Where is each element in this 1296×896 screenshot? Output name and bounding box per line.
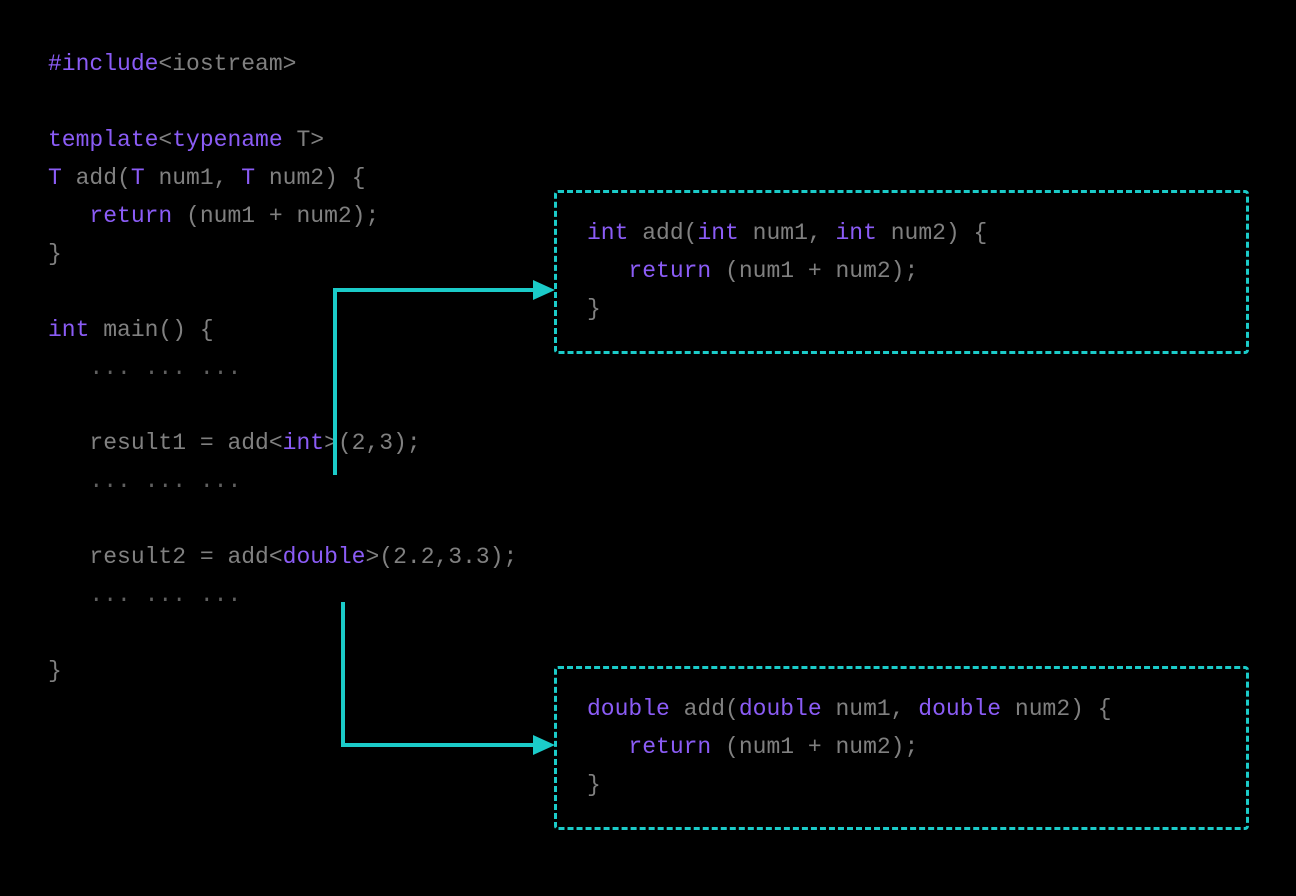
double-template-arg: double — [283, 544, 366, 570]
int-instantiation-box: int add(int num1, int num2) { return (nu… — [554, 190, 1249, 354]
include-directive: #include — [48, 51, 158, 77]
return-type-t: T — [48, 165, 62, 191]
main-code-block: #include<iostream> template<typename T> … — [48, 46, 517, 691]
double-instantiation-box: double add(double num1, double num2) { r… — [554, 666, 1249, 830]
include-header: <iostream> — [158, 51, 296, 77]
int-return-type: int — [587, 220, 628, 246]
main-sig: main() { — [89, 317, 213, 343]
fn-add: add( — [62, 165, 131, 191]
result2-assign: result2 = add< — [89, 544, 282, 570]
template-keyword: template — [48, 127, 158, 153]
ellipsis: ... ... ... — [89, 355, 241, 381]
double-return-type: double — [587, 696, 670, 722]
typename-keyword: typename — [172, 127, 282, 153]
int-keyword: int — [48, 317, 89, 343]
int-template-arg: int — [283, 430, 324, 456]
return-keyword: return — [89, 203, 172, 229]
result1-assign: result1 = add< — [89, 430, 282, 456]
